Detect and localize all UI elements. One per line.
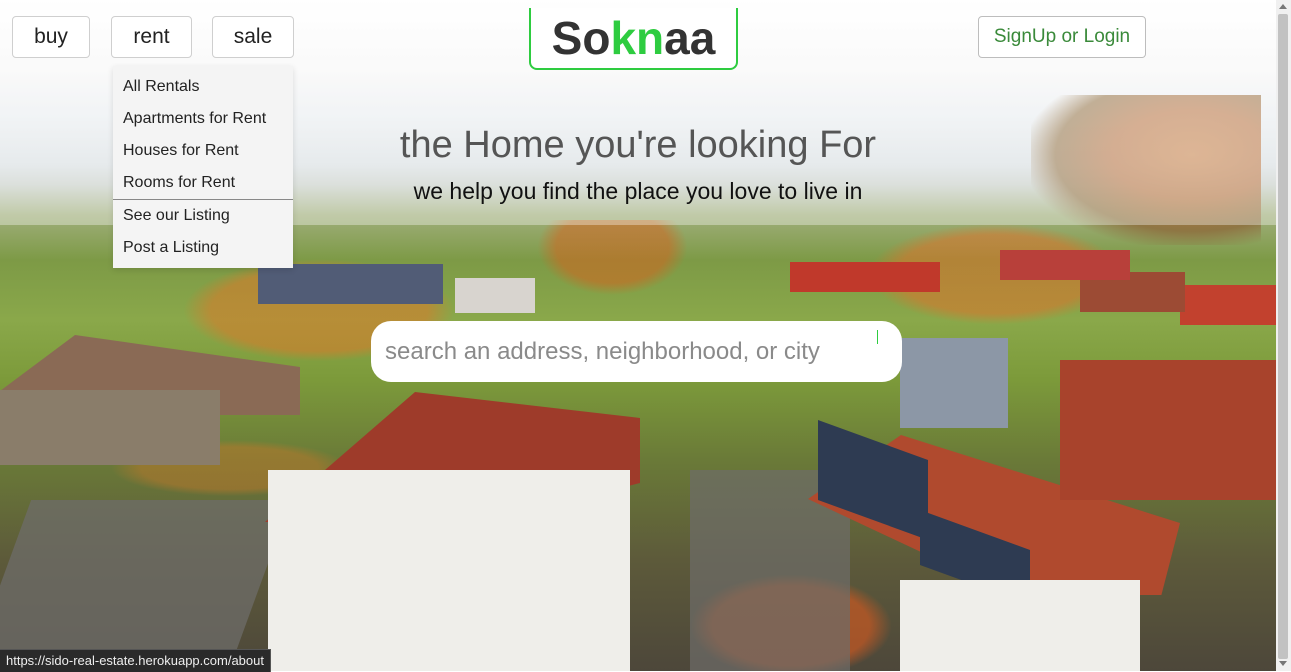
- house-wall: [0, 390, 220, 465]
- house-roof: [900, 338, 1008, 428]
- house-roof: [1000, 250, 1130, 280]
- text-cursor: [877, 330, 878, 344]
- rent-dropdown-menu: All Rentals Apartments for Rent Houses f…: [113, 66, 293, 268]
- logo-accent: kn: [610, 12, 665, 64]
- buy-button[interactable]: buy: [12, 16, 90, 58]
- house-roof: [1060, 360, 1276, 500]
- menu-item-see-our-listing[interactable]: See our Listing: [123, 207, 230, 225]
- logo-prefix: So: [551, 12, 611, 64]
- site-logo[interactable]: So kn aa: [529, 8, 738, 70]
- hero-subtitle: we help you find the place you love to l…: [413, 178, 863, 204]
- menu-item-post-a-listing[interactable]: Post a Listing: [123, 239, 219, 257]
- logo-suffix: aa: [664, 12, 716, 64]
- house-roof: [790, 262, 940, 292]
- house-wall: [268, 470, 630, 671]
- rent-button[interactable]: rent: [111, 16, 192, 58]
- search-input[interactable]: [371, 321, 902, 382]
- scroll-up-icon[interactable]: [1279, 4, 1287, 9]
- scrollbar-thumb[interactable]: [1278, 14, 1288, 659]
- house-roof: [258, 264, 443, 304]
- signup-login-button[interactable]: SignUp or Login: [978, 16, 1146, 58]
- house-roof: [455, 278, 535, 313]
- house-wall: [900, 580, 1140, 671]
- sale-button[interactable]: sale: [212, 16, 294, 58]
- menu-item-all-rentals[interactable]: All Rentals: [123, 78, 199, 96]
- scroll-down-icon[interactable]: [1279, 661, 1287, 666]
- status-bar-url: https://sido-real-estate.herokuapp.com/a…: [0, 649, 271, 672]
- house-roof: [1180, 285, 1276, 325]
- hero-title: the Home you're looking For: [399, 124, 877, 166]
